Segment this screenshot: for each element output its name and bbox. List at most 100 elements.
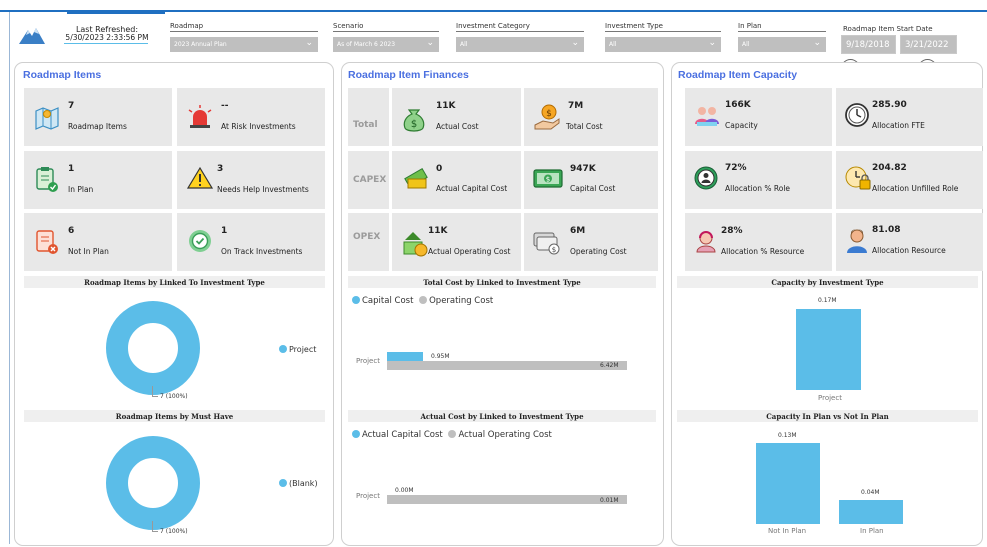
capacity-value: 204.82	[872, 163, 907, 173]
kpi-card-at-risk: -- At Risk Investments	[177, 88, 325, 146]
bar-capital-cost[interactable]	[387, 352, 423, 361]
chart-title: Roadmap Items by Linked To Investment Ty…	[24, 276, 325, 288]
capacity-card: 285.90 Allocation FTE	[836, 88, 983, 146]
capacity-label: Capacity	[725, 121, 758, 130]
bar-data-label: 0.95M	[431, 353, 450, 360]
in-plan-dropdown[interactable]: All ⌄	[738, 37, 826, 52]
legend-label: Operating Cost	[429, 296, 494, 306]
investment-category-filter-label: Investment Category	[456, 22, 584, 32]
card-divider	[389, 88, 392, 271]
kpi-value: 3	[217, 164, 224, 174]
capacity-card: 81.08 Allocation Resource	[836, 213, 983, 271]
finance-label: Operating Cost	[570, 247, 627, 256]
scenario-dropdown-value: As of March 6 2023	[337, 41, 396, 48]
chevron-down-icon: ⌄	[426, 38, 434, 48]
capacity-value: 166K	[725, 100, 751, 110]
finance-label: Capital Cost	[570, 184, 616, 193]
category-label: Project	[818, 394, 842, 402]
legend-item: (Blank)	[279, 479, 318, 489]
donut-chart-must-have[interactable]	[105, 435, 201, 531]
chevron-down-icon: ⌄	[305, 38, 313, 48]
bar-data-label: 0.17M	[818, 297, 837, 304]
finance-label: Actual Capital Cost	[436, 184, 508, 193]
check-circle-icon	[189, 230, 211, 252]
kpi-label: Roadmap Items	[68, 122, 127, 131]
leader-line	[152, 396, 158, 397]
chart-title: Actual Cost by Linked to Investment Type	[348, 410, 656, 422]
finance-value: 11K	[436, 101, 456, 111]
end-date-input[interactable]: 3/21/2022	[900, 35, 957, 54]
svg-text:$: $	[552, 246, 556, 254]
kpi-value: 6	[68, 226, 75, 236]
kpi-label: Not In Plan	[68, 247, 109, 256]
active-page-indicator	[67, 10, 165, 14]
category-label: Project	[356, 357, 380, 365]
person-headset-icon	[696, 231, 716, 253]
leader-line	[152, 521, 153, 531]
legend-dot	[448, 430, 457, 438]
capacity-card: 28% Allocation % Resource	[685, 213, 832, 271]
leader-line	[152, 531, 158, 532]
kpi-card-not-in-plan: 6 Not In Plan	[24, 213, 172, 271]
siren-icon	[188, 105, 212, 128]
investment-type-dropdown-value: All	[609, 41, 617, 48]
bar-data-label: 0.13M	[778, 432, 797, 439]
scenario-dropdown[interactable]: As of March 6 2023 ⌄	[333, 37, 439, 52]
roadmap-dropdown[interactable]: 2023 Annual Plan ⌄	[170, 37, 318, 52]
legend-dot	[279, 479, 287, 487]
chevron-down-icon: ⌄	[708, 38, 716, 48]
legend-label: (Blank)	[289, 479, 318, 488]
map-icon	[35, 107, 59, 130]
svg-text:$: $	[546, 176, 550, 184]
bar-capacity-project[interactable]	[796, 309, 861, 390]
legend-label: Project	[289, 345, 317, 354]
roadmap-items-title: Roadmap Items	[23, 69, 102, 81]
investment-category-dropdown-value: All	[460, 41, 468, 48]
person-icon	[847, 229, 867, 253]
category-label: In Plan	[860, 527, 884, 535]
capacity-title: Roadmap Item Capacity	[678, 69, 798, 81]
investment-type-filter-label: Investment Type	[605, 22, 721, 32]
legend-label: Actual Operating Cost	[458, 430, 552, 440]
finance-value: 7M	[568, 101, 584, 111]
capacity-label: Allocation % Resource	[721, 247, 805, 256]
kpi-card-roadmap-items: 7 Roadmap Items	[24, 88, 172, 146]
start-date-input[interactable]: 9/18/2018	[841, 35, 896, 54]
leader-line	[152, 386, 153, 396]
bar-actual-operating-cost[interactable]	[387, 495, 627, 504]
date-filter-label: Roadmap Item Start Date	[843, 25, 933, 33]
row-divider	[348, 209, 658, 213]
bar-in-plan[interactable]	[839, 500, 903, 524]
investment-type-dropdown[interactable]: All ⌄	[605, 37, 721, 52]
kpi-card-in-plan: 1 In Plan	[24, 151, 172, 209]
bar-operating-cost[interactable]	[387, 361, 627, 370]
chart-title: Capacity In Plan vs Not In Plan	[677, 410, 978, 422]
roadmap-filter-label: Roadmap	[170, 22, 318, 32]
money-hand-icon: $	[534, 104, 560, 130]
finance-row-opex	[348, 213, 658, 271]
clipboard-check-icon	[36, 167, 58, 192]
chevron-down-icon: ⌄	[813, 38, 821, 48]
svg-text:$: $	[411, 119, 417, 130]
cash-bill-icon: $	[533, 169, 563, 188]
refresh-value: 5/30/2023 2:33:56 PM	[65, 33, 149, 42]
bar-data-label: 6.42M	[600, 362, 619, 369]
category-label: Project	[356, 492, 380, 500]
donut-chart-investment-type[interactable]	[105, 300, 201, 396]
capacity-card: 72% Allocation % Role	[685, 151, 832, 209]
cash-coins-icon: $	[533, 232, 560, 255]
clock-icon	[845, 103, 869, 127]
donut-slice-blank	[106, 436, 200, 530]
data-label: 7 (100%)	[160, 393, 188, 400]
svg-text:$: $	[546, 109, 552, 119]
kpi-value: --	[221, 101, 229, 111]
scenario-filter-label: Scenario	[333, 22, 439, 32]
bar-not-in-plan[interactable]	[756, 443, 820, 524]
capacity-value: 81.08	[872, 225, 901, 235]
finance-row-capex	[348, 151, 658, 209]
capacity-label: Allocation FTE	[872, 121, 925, 130]
finance-value: 11K	[428, 226, 448, 236]
investment-category-dropdown[interactable]: All ⌄	[456, 37, 584, 52]
capacity-card: 166K Capacity	[685, 88, 832, 146]
kpi-value: 1	[68, 164, 75, 174]
